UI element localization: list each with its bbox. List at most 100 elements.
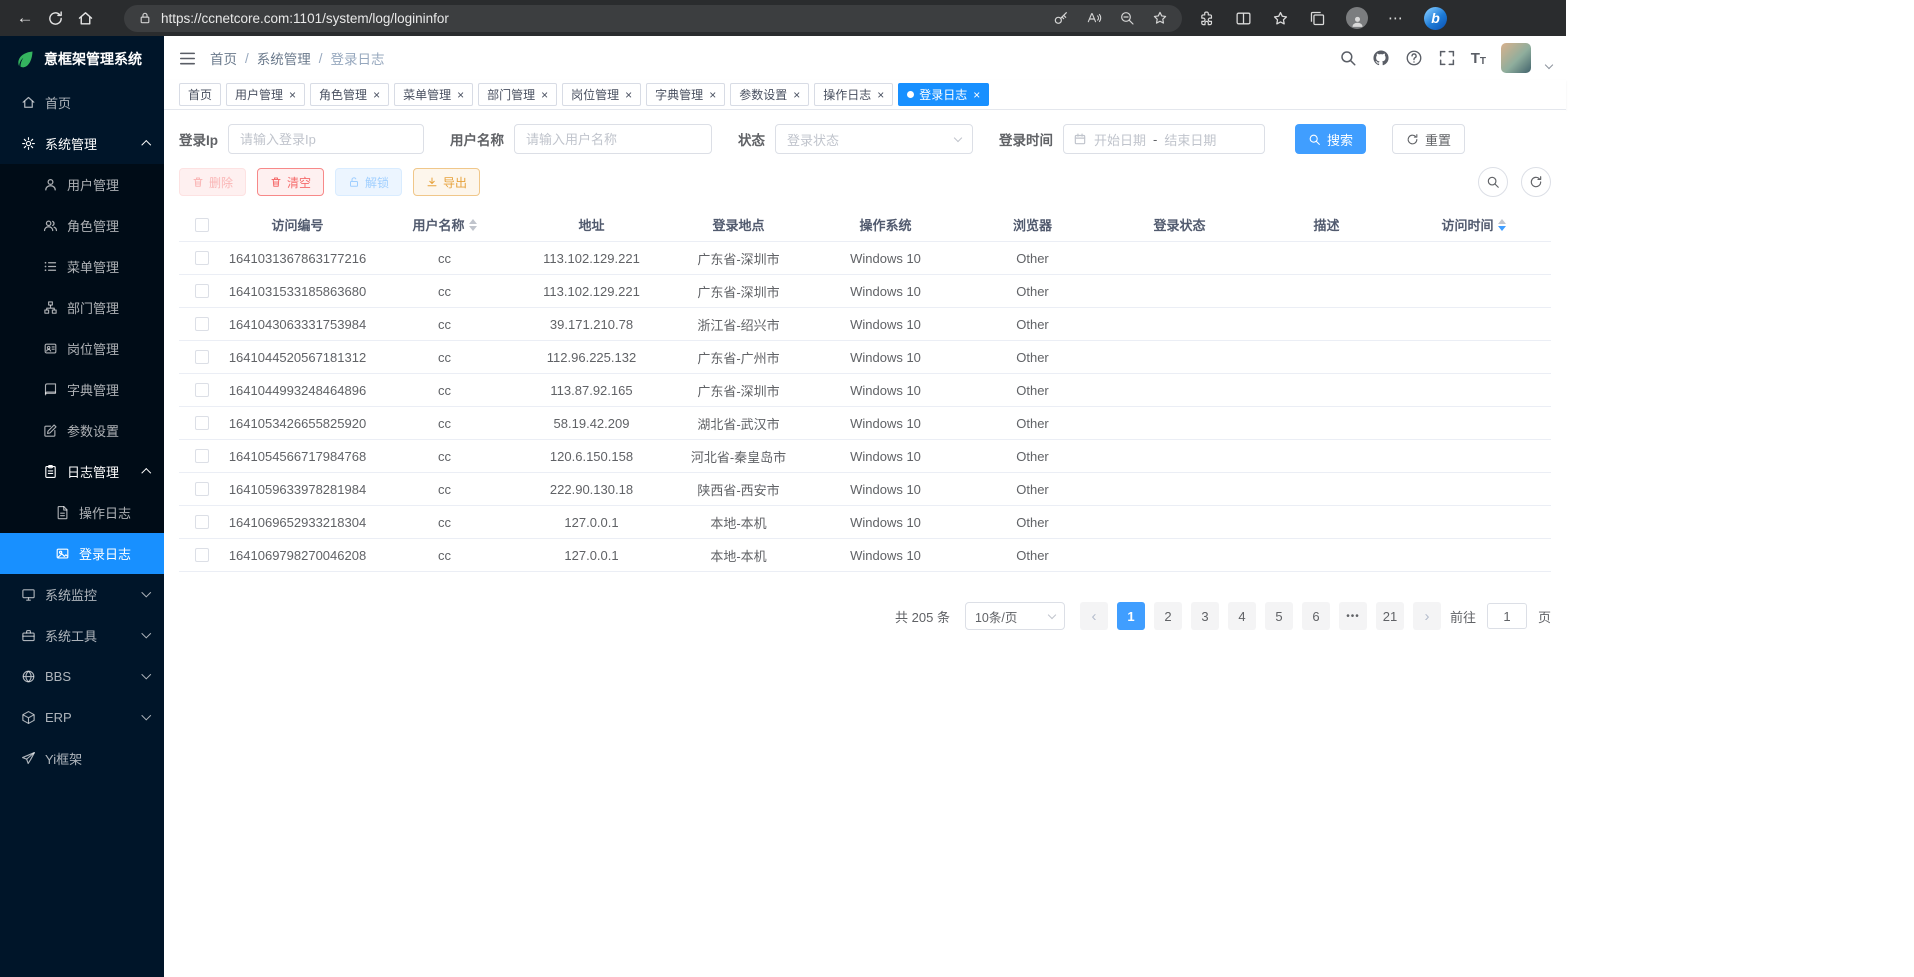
sidebar-item-role-management[interactable]: 角色管理: [0, 205, 164, 246]
breadcrumb-system-management[interactable]: 系统管理: [257, 48, 311, 68]
page-button-1[interactable]: 1: [1117, 602, 1145, 630]
row-checkbox[interactable]: [195, 416, 209, 430]
sidebar-item-system-monitor[interactable]: 系统监控: [0, 574, 164, 615]
collections-icon[interactable]: [1309, 10, 1326, 27]
header-search-icon[interactable]: [1339, 49, 1357, 67]
next-page-button[interactable]: ›: [1413, 602, 1441, 630]
github-icon[interactable]: [1372, 49, 1390, 67]
close-icon[interactable]: ×: [973, 89, 980, 101]
row-checkbox[interactable]: [195, 548, 209, 562]
delete-button[interactable]: 删除: [179, 168, 246, 196]
page-button-5[interactable]: 5: [1265, 602, 1293, 630]
zoom-out-icon[interactable]: [1119, 10, 1135, 26]
tab-menu-management[interactable]: 菜单管理×: [394, 83, 473, 106]
col-header-os[interactable]: 操作系统: [812, 215, 959, 234]
col-header-visit-time[interactable]: 访问时间: [1400, 215, 1547, 234]
login-ip-input[interactable]: [228, 124, 424, 154]
extensions-icon[interactable]: [1198, 10, 1215, 27]
sidebar-item-erp[interactable]: ERP: [0, 697, 164, 738]
browser-menu-icon[interactable]: ⋯: [1388, 9, 1404, 27]
close-icon[interactable]: ×: [373, 89, 380, 101]
col-header-browser[interactable]: 浏览器: [959, 215, 1106, 234]
row-checkbox[interactable]: [195, 449, 209, 463]
col-header-username[interactable]: 用户名称: [371, 215, 518, 234]
more-pages-button[interactable]: •••: [1339, 602, 1367, 630]
address-bar[interactable]: https://ccnetcore.com:1101/system/log/lo…: [124, 5, 1182, 32]
reload-icon[interactable]: [40, 3, 70, 33]
page-button-3[interactable]: 3: [1191, 602, 1219, 630]
sort-icon[interactable]: [469, 219, 477, 231]
back-icon[interactable]: ←: [10, 3, 40, 33]
browser-profile-icon[interactable]: [1346, 7, 1368, 29]
sidebar-item-bbs[interactable]: BBS: [0, 656, 164, 697]
sidebar-item-user-management[interactable]: 用户管理: [0, 164, 164, 205]
sidebar-item-log-management[interactable]: 日志管理: [0, 451, 164, 492]
site-info-lock-icon[interactable]: [138, 11, 152, 25]
prev-page-button[interactable]: ‹: [1080, 602, 1108, 630]
clear-button[interactable]: 清空: [257, 168, 324, 196]
avatar-dropdown-icon[interactable]: [1545, 61, 1553, 69]
page-button-4[interactable]: 4: [1228, 602, 1256, 630]
search-button[interactable]: 搜索: [1295, 124, 1366, 154]
user-avatar[interactable]: [1501, 43, 1531, 73]
page-button-last[interactable]: 21: [1376, 602, 1404, 630]
close-icon[interactable]: ×: [709, 89, 716, 101]
tab-dict-management[interactable]: 字典管理×: [646, 83, 725, 106]
tab-role-management[interactable]: 角色管理×: [310, 83, 389, 106]
close-icon[interactable]: ×: [289, 89, 296, 101]
sidebar-item-system-management[interactable]: 系统管理: [0, 123, 164, 164]
reset-button[interactable]: 重置: [1392, 124, 1465, 154]
sidebar-item-param-settings[interactable]: 参数设置: [0, 410, 164, 451]
read-aloud-icon[interactable]: [1086, 10, 1102, 26]
sidebar-item-system-tools[interactable]: 系统工具: [0, 615, 164, 656]
tab-dept-management[interactable]: 部门管理×: [478, 83, 557, 106]
bing-copilot-icon[interactable]: b: [1424, 7, 1447, 30]
row-checkbox[interactable]: [195, 482, 209, 496]
sidebar-item-dept-management[interactable]: 部门管理: [0, 287, 164, 328]
sidebar-item-yi-framework[interactable]: Yi框架: [0, 738, 164, 779]
tab-operation-log[interactable]: 操作日志×: [814, 83, 893, 106]
sort-icon[interactable]: [1498, 219, 1506, 231]
refresh-table-button[interactable]: [1521, 167, 1551, 197]
row-checkbox[interactable]: [195, 317, 209, 331]
close-icon[interactable]: ×: [793, 89, 800, 101]
row-checkbox[interactable]: [195, 383, 209, 397]
tab-login-log[interactable]: 登录日志×: [898, 83, 989, 106]
row-checkbox[interactable]: [195, 350, 209, 364]
goto-page-input[interactable]: [1487, 603, 1527, 629]
close-icon[interactable]: ×: [625, 89, 632, 101]
col-header-login-status[interactable]: 登录状态: [1106, 215, 1253, 234]
col-header-address[interactable]: 地址: [518, 215, 665, 234]
status-select[interactable]: 登录状态: [775, 124, 973, 154]
tab-param-settings[interactable]: 参数设置×: [730, 83, 809, 106]
app-logo[interactable]: 意框架管理系统: [0, 36, 164, 82]
sidebar-item-dict-management[interactable]: 字典管理: [0, 369, 164, 410]
select-all-checkbox[interactable]: [195, 218, 209, 232]
split-screen-icon[interactable]: [1235, 10, 1252, 27]
close-icon[interactable]: ×: [877, 89, 884, 101]
help-icon[interactable]: [1405, 49, 1423, 67]
page-button-6[interactable]: 6: [1302, 602, 1330, 630]
tab-post-management[interactable]: 岗位管理×: [562, 83, 641, 106]
date-range-picker[interactable]: 开始日期 - 结束日期: [1063, 124, 1265, 154]
sidebar-item-home[interactable]: 首页: [0, 82, 164, 123]
add-favorite-star-icon[interactable]: [1152, 10, 1168, 26]
sidebar-item-operation-log[interactable]: 操作日志: [0, 492, 164, 533]
row-checkbox[interactable]: [195, 515, 209, 529]
username-input[interactable]: [514, 124, 712, 154]
page-button-2[interactable]: 2: [1154, 602, 1182, 630]
font-size-icon[interactable]: TT: [1471, 50, 1486, 67]
sidebar-item-post-management[interactable]: 岗位管理: [0, 328, 164, 369]
tab-user-management[interactable]: 用户管理×: [226, 83, 305, 106]
unlock-button[interactable]: 解锁: [335, 168, 402, 196]
favorites-icon[interactable]: [1272, 10, 1289, 27]
col-header-visit-id[interactable]: 访问编号: [224, 215, 371, 234]
sidebar-item-menu-management[interactable]: 菜单管理: [0, 246, 164, 287]
sidebar-item-login-log[interactable]: 登录日志: [0, 533, 164, 574]
password-key-icon[interactable]: [1053, 10, 1069, 26]
row-checkbox[interactable]: [195, 284, 209, 298]
close-icon[interactable]: ×: [541, 89, 548, 101]
col-header-description[interactable]: 描述: [1253, 215, 1400, 234]
tab-home[interactable]: 首页: [179, 83, 221, 106]
row-checkbox[interactable]: [195, 251, 209, 265]
